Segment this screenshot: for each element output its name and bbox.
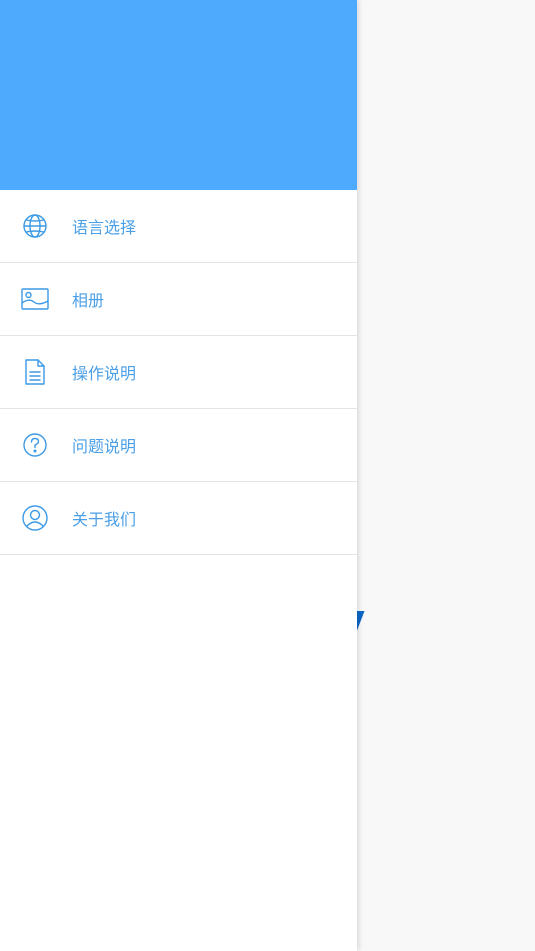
menu-item-label: 关于我们 (72, 510, 137, 529)
question-icon (21, 431, 49, 459)
globe-icon (21, 212, 49, 240)
drawer-menu: 语言选择 相册 操作说明 问题说明 关于我们 (0, 190, 357, 555)
menu-item-about[interactable]: 关于我们 (0, 482, 357, 555)
menu-item-faq[interactable]: 问题说明 (0, 409, 357, 482)
document-icon (21, 358, 49, 386)
menu-item-label: 操作说明 (72, 364, 137, 383)
menu-item-instructions[interactable]: 操作说明 (0, 336, 357, 409)
user-circle-icon (21, 504, 49, 532)
drawer-header (0, 0, 357, 190)
menu-item-label: 相册 (72, 291, 105, 310)
menu-item-label: 语言选择 (72, 218, 137, 237)
menu-item-label: 问题说明 (72, 437, 137, 456)
menu-item-language[interactable]: 语言选择 (0, 190, 357, 263)
image-icon (21, 285, 49, 313)
menu-item-album[interactable]: 相册 (0, 263, 357, 336)
navigation-drawer: 语言选择 相册 操作说明 问题说明 关于我们 (0, 0, 357, 951)
